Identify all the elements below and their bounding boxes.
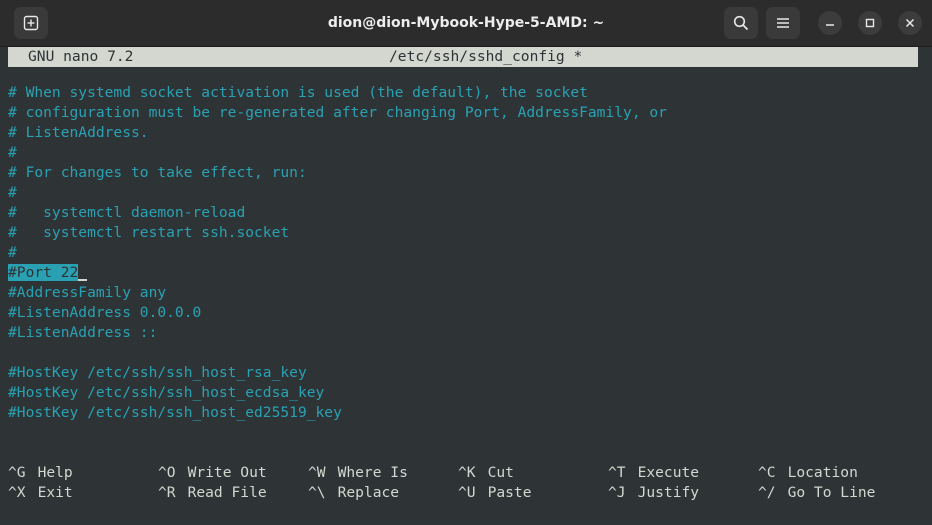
shortcut-label: Read File [187, 484, 267, 501]
shortcut-replace[interactable]: ^\ Replace [308, 483, 399, 503]
close-button[interactable] [898, 11, 922, 35]
new-tab-icon [23, 15, 39, 31]
shortcut-where-is[interactable]: ^W Where Is [308, 463, 408, 483]
shortcut-label: Exit [37, 484, 73, 501]
shortcut-exit[interactable]: ^X Exit [8, 483, 73, 503]
new-tab-button[interactable] [14, 7, 48, 39]
text-line: # ListenAddress. [8, 124, 149, 141]
maximize-button[interactable] [858, 11, 882, 35]
shortcut-cut[interactable]: ^K Cut [458, 463, 514, 483]
shortcut-key: ^X [8, 484, 26, 501]
shortcut-label: Justify [637, 484, 700, 501]
title-bar: dion@dion-Mybook-Hype-5-AMD: ~ [0, 0, 932, 47]
shortcut-label: Execute [637, 464, 700, 481]
shortcut-key: ^C [758, 464, 776, 481]
shortcut-key: ^/ [758, 484, 776, 501]
shortcut-key: ^\ [308, 484, 326, 501]
text-line: #ListenAddress 0.0.0.0 [8, 304, 202, 321]
search-button[interactable] [724, 7, 758, 39]
text-line: # When systemd socket activation is used… [8, 84, 588, 101]
shortcut-key: ^T [608, 464, 626, 481]
terminal-window: dion@dion-Mybook-Hype-5-AMD: ~ GNU nano … [0, 0, 932, 525]
text-line: #ListenAddress :: [8, 324, 158, 341]
minimize-button[interactable] [818, 11, 842, 35]
shortcut-help[interactable]: ^G Help [8, 463, 73, 483]
text-line: #HostKey /etc/ssh/ssh_host_ed25519_key [8, 404, 342, 421]
shortcut-label: Location [787, 464, 858, 481]
shortcut-key: ^R [158, 484, 176, 501]
text-line: #HostKey /etc/ssh/ssh_host_rsa_key [8, 364, 307, 381]
text-line: # systemctl daemon-reload [8, 204, 246, 221]
shortcut-go-to-line[interactable]: ^/ Go To Line [758, 483, 875, 503]
text-line: # [8, 184, 17, 201]
search-icon [733, 15, 749, 31]
shortcut-key: ^J [608, 484, 626, 501]
shortcut-justify[interactable]: ^J Justify [608, 483, 699, 503]
text-line: # [8, 144, 17, 161]
shortcut-label: Where Is [337, 464, 408, 481]
shortcut-key: ^U [458, 484, 476, 501]
shortcut-label: Help [37, 464, 73, 481]
shortcut-label: Cut [487, 464, 514, 481]
shortcut-read-file[interactable]: ^R Read File [158, 483, 267, 503]
shortcut-key: ^O [158, 464, 176, 481]
menu-button[interactable] [766, 7, 800, 39]
shortcut-label: Write Out [187, 464, 267, 481]
shortcut-paste[interactable]: ^U Paste [458, 483, 532, 503]
shortcut-label: Replace [337, 484, 400, 501]
shortcut-key: ^G [8, 464, 26, 481]
shortcut-key: ^K [458, 464, 476, 481]
text-cursor [78, 263, 88, 281]
shortcut-label: Paste [487, 484, 532, 501]
selected-line: #Port 22 [8, 263, 88, 283]
maximize-icon [865, 18, 875, 28]
shortcut-label: Go To Line [787, 484, 876, 501]
hamburger-menu-icon [777, 18, 789, 28]
nano-version: GNU nano 7.2 [28, 48, 134, 65]
text-line: # systemctl restart ssh.socket [8, 224, 290, 241]
text-line: #HostKey /etc/ssh/ssh_host_ecdsa_key [8, 384, 325, 401]
shortcut-location[interactable]: ^C Location [758, 463, 858, 483]
text-line: # For changes to take effect, run: [8, 164, 307, 181]
shortcut-execute[interactable]: ^T Execute [608, 463, 699, 483]
terminal-content[interactable]: GNU nano 7.2 /etc/ssh/sshd_config * # Wh… [0, 47, 932, 525]
shortcut-write-out[interactable]: ^O Write Out [158, 463, 267, 483]
text-line: # configuration must be re-generated aft… [8, 104, 667, 121]
close-icon [905, 18, 915, 28]
text-line: #AddressFamily any [8, 284, 167, 301]
file-name: /etc/ssh/sshd_config * [389, 48, 583, 65]
nano-header-bar: GNU nano 7.2 /etc/ssh/sshd_config * [8, 47, 918, 67]
minimize-icon [826, 24, 834, 26]
text-line: # [8, 244, 17, 261]
shortcut-key: ^W [308, 464, 326, 481]
selection-highlight: #Port 22 [8, 264, 79, 281]
